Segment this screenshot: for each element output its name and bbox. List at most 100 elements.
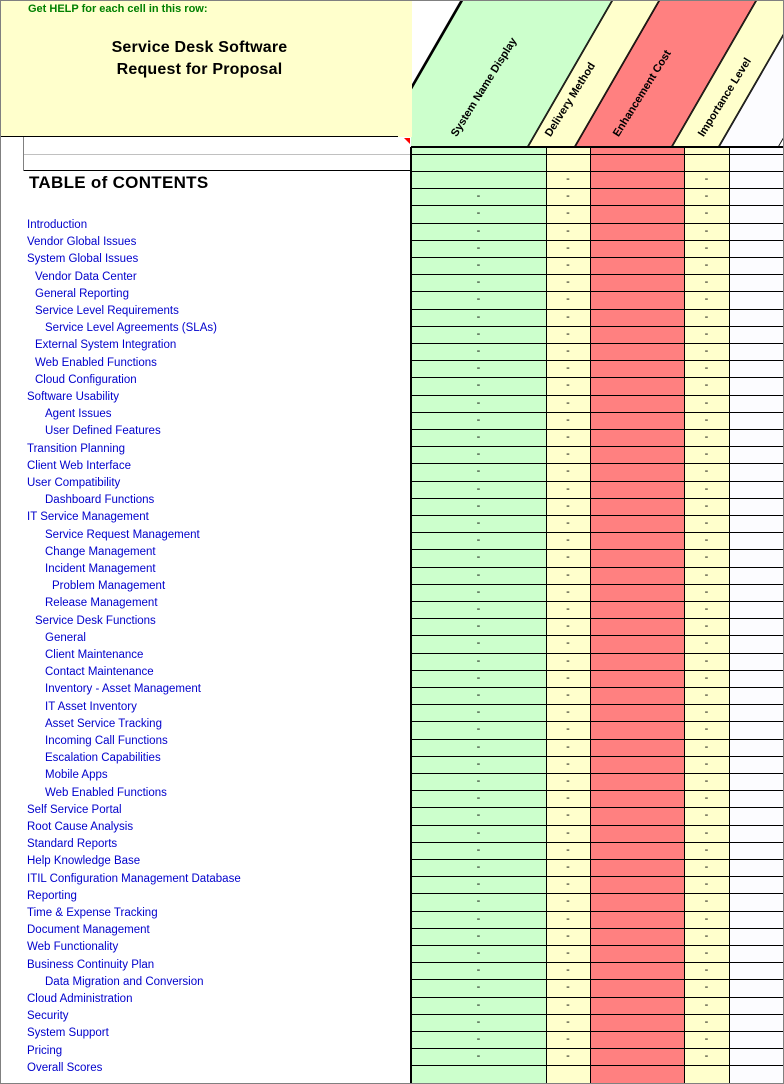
cell-system-name-display[interactable]: - (411, 463, 546, 480)
cell-system-name-display[interactable]: - (411, 997, 546, 1014)
cell-enhancement-cost[interactable] (590, 498, 684, 515)
cell-delivery-method[interactable]: - (546, 205, 590, 222)
cell-system-name-display[interactable]: - (411, 360, 546, 377)
cell-system-name-display[interactable]: - (411, 395, 546, 412)
cell-delivery-method[interactable]: - (546, 773, 590, 790)
cell-system-name-display[interactable]: - (411, 842, 546, 859)
cell-delivery-method[interactable]: - (546, 790, 590, 807)
cell-importance-level[interactable]: - (684, 343, 729, 360)
cell-importance-level[interactable]: - (684, 635, 729, 652)
cell-system-name-display[interactable]: - (411, 670, 546, 687)
cell-importance-level[interactable]: - (684, 549, 729, 566)
cell-enhancement-cost[interactable] (590, 1048, 684, 1065)
cell-importance-level[interactable]: - (684, 842, 729, 859)
cell-importance-level[interactable]: - (684, 395, 729, 412)
cell-enhancement-cost[interactable] (590, 171, 684, 188)
cell-delivery-method[interactable]: - (546, 1048, 590, 1065)
cell-importance-level[interactable]: - (684, 309, 729, 326)
cell-system-name-display[interactable]: - (411, 274, 546, 291)
cell-importance-level[interactable]: - (684, 412, 729, 429)
cell-importance-level[interactable]: - (684, 945, 729, 962)
cell-delivery-method[interactable]: - (546, 429, 590, 446)
cell-importance-level[interactable]: - (684, 721, 729, 738)
cell-delivery-method[interactable]: - (546, 309, 590, 326)
cell-enhancement-cost[interactable] (590, 549, 684, 566)
cell-delivery-method[interactable]: - (546, 584, 590, 601)
toc-link-standard-reports[interactable]: Standard Reports (1, 836, 117, 853)
cell-enhancement-cost[interactable] (590, 515, 684, 532)
cell-system-name-display[interactable]: - (411, 429, 546, 446)
cell-enhancement-cost[interactable] (590, 240, 684, 257)
toc-link-contact-maintenance[interactable]: Contact Maintenance (1, 664, 154, 681)
cell-delivery-method[interactable]: - (546, 463, 590, 480)
cell-enhancement-cost[interactable] (590, 326, 684, 343)
cell-enhancement-cost[interactable] (590, 911, 684, 928)
cell-enhancement-cost[interactable] (590, 945, 684, 962)
cell-delivery-method[interactable]: - (546, 997, 590, 1014)
cell-system-name-display[interactable]: - (411, 188, 546, 205)
cell-enhancement-cost[interactable] (590, 343, 684, 360)
cell-system-name-display[interactable]: - (411, 807, 546, 824)
cell-enhancement-cost[interactable] (590, 790, 684, 807)
toc-link-cloud-administration[interactable]: Cloud Administration (1, 991, 132, 1008)
cell-enhancement-cost[interactable] (590, 188, 684, 205)
cell-enhancement-cost[interactable] (590, 309, 684, 326)
cell-enhancement-cost[interactable] (590, 876, 684, 893)
cell-importance-level[interactable]: - (684, 601, 729, 618)
cell-importance-level[interactable]: - (684, 1014, 729, 1031)
cell-importance-level[interactable]: - (684, 1048, 729, 1065)
cell-delivery-method[interactable]: - (546, 257, 590, 274)
cell-system-name-display[interactable]: - (411, 567, 546, 584)
toc-link-user-compatibility[interactable]: User Compatibility (1, 475, 120, 492)
cell-enhancement-cost[interactable] (590, 429, 684, 446)
cell-enhancement-cost[interactable] (590, 979, 684, 996)
cell-importance-level[interactable]: - (684, 790, 729, 807)
cell-importance-level[interactable]: - (684, 481, 729, 498)
cell-delivery-method[interactable]: - (546, 807, 590, 824)
cell-delivery-method[interactable]: - (546, 911, 590, 928)
toc-link-system-support[interactable]: System Support (1, 1025, 109, 1042)
cell-system-name-display[interactable]: - (411, 446, 546, 463)
cell-delivery-method[interactable]: - (546, 979, 590, 996)
cell-system-name-display[interactable]: - (411, 635, 546, 652)
cell-system-name-display[interactable]: - (411, 825, 546, 842)
toc-link-service-desk-functions[interactable]: Service Desk Functions (1, 613, 156, 630)
cell-delivery-method[interactable]: - (546, 377, 590, 394)
toc-link-web-enabled-functions[interactable]: Web Enabled Functions (1, 355, 157, 372)
cell-system-name-display[interactable]: - (411, 515, 546, 532)
cell-system-name-display[interactable]: - (411, 653, 546, 670)
cell-enhancement-cost[interactable] (590, 1031, 684, 1048)
cell-system-name-display[interactable]: - (411, 739, 546, 756)
cell-delivery-method[interactable]: - (546, 962, 590, 979)
cell-enhancement-cost[interactable] (590, 756, 684, 773)
cell-importance-level[interactable]: - (684, 876, 729, 893)
toc-link-self-service-portal[interactable]: Self Service Portal (1, 802, 122, 819)
cell-delivery-method[interactable]: - (546, 756, 590, 773)
cell-enhancement-cost[interactable] (590, 670, 684, 687)
cell-system-name-display[interactable]: - (411, 876, 546, 893)
cell-enhancement-cost[interactable] (590, 825, 684, 842)
cell-delivery-method[interactable]: - (546, 498, 590, 515)
toc-link-document-management[interactable]: Document Management (1, 922, 150, 939)
cell-delivery-method[interactable]: - (546, 653, 590, 670)
cell-enhancement-cost[interactable] (590, 463, 684, 480)
cell-importance-level[interactable]: - (684, 515, 729, 532)
cell-delivery-method[interactable]: - (546, 842, 590, 859)
toc-link-introduction[interactable]: Introduction (1, 217, 87, 234)
cell-enhancement-cost[interactable] (590, 446, 684, 463)
cell-importance-level[interactable]: - (684, 670, 729, 687)
cell-importance-level[interactable]: - (684, 653, 729, 670)
cell-system-name-display[interactable]: - (411, 291, 546, 308)
toc-link-service-level-requirements[interactable]: Service Level Requirements (1, 303, 179, 320)
cell-system-name-display[interactable]: - (411, 928, 546, 945)
toc-link-inventory-asset-management[interactable]: Inventory - Asset Management (1, 681, 201, 698)
cell-importance-level[interactable]: - (684, 739, 729, 756)
toc-link-service-level-agreements-slas[interactable]: Service Level Agreements (SLAs) (1, 320, 217, 337)
cell-enhancement-cost[interactable] (590, 687, 684, 704)
cell-delivery-method[interactable]: - (546, 721, 590, 738)
cell-delivery-method[interactable]: - (546, 223, 590, 240)
cell-enhancement-cost[interactable] (590, 257, 684, 274)
cell-enhancement-cost[interactable] (590, 842, 684, 859)
toc-link-change-management[interactable]: Change Management (1, 544, 156, 561)
toc-link-release-management[interactable]: Release Management (1, 595, 158, 612)
